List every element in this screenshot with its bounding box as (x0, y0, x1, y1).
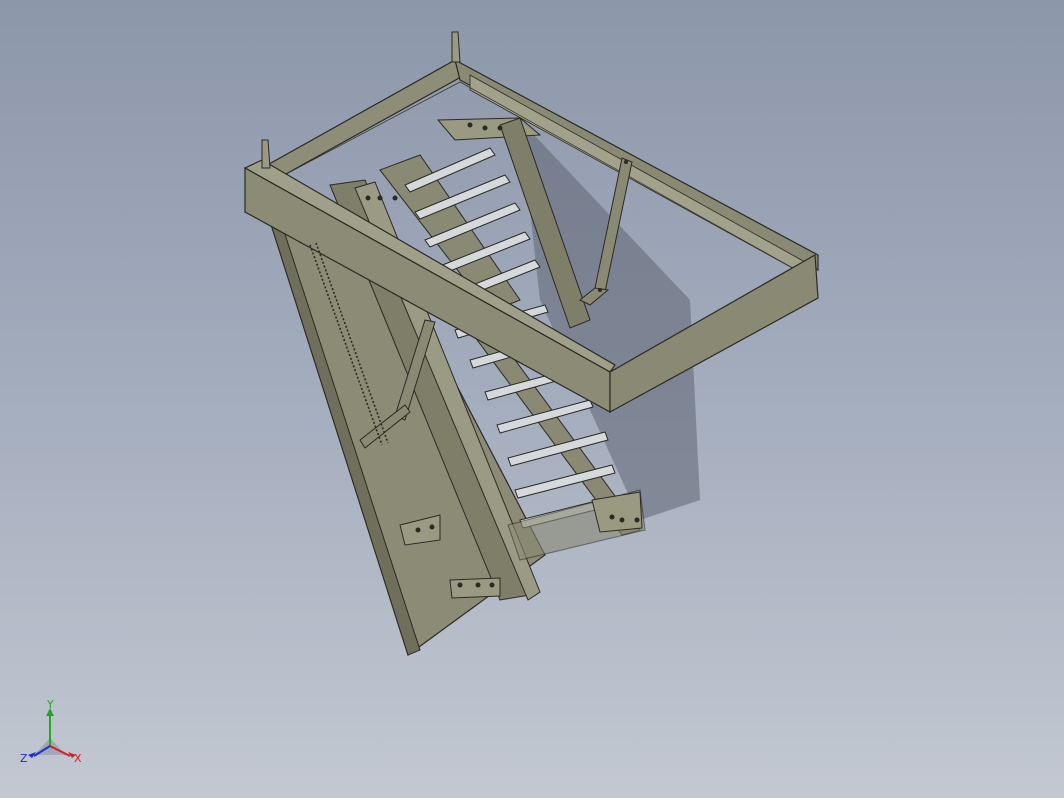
triad-x-label: X (74, 752, 82, 765)
view-triad[interactable]: Y X Z (18, 700, 88, 770)
cad-viewport[interactable]: Y X Z (0, 0, 1064, 798)
triad-z-label: Z (20, 752, 28, 765)
attic-ladder-model[interactable] (0, 0, 1064, 798)
triad-y-label: Y (46, 700, 54, 711)
